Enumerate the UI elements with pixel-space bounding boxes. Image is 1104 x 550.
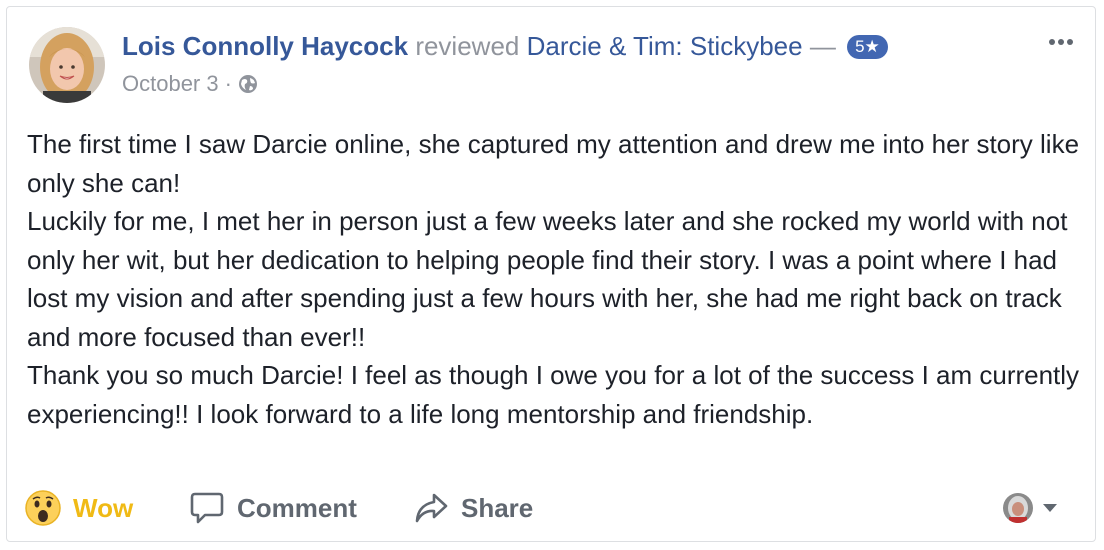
post-meta: October 3 · — [122, 69, 258, 99]
wow-reaction-button[interactable]: Wow — [25, 485, 133, 531]
page-name-link[interactable]: Darcie & Tim: Stickybee — [527, 31, 803, 61]
comment-label: Comment — [237, 492, 357, 523]
author-avatar-image — [29, 27, 105, 103]
more-options-button[interactable] — [1041, 27, 1081, 57]
action-bar: Wow Comment Share — [7, 485, 1095, 531]
rating-badge: 5★ — [847, 35, 888, 59]
caret-down-icon — [1043, 503, 1057, 513]
comment-button[interactable]: Comment — [189, 485, 357, 531]
share-arrow-icon — [413, 491, 449, 525]
viewer-avatar — [1003, 493, 1033, 523]
share-label: Share — [461, 492, 534, 523]
post-header: Lois Connolly Haycock reviewed Darcie & … — [122, 29, 888, 63]
more-dots-icon — [1049, 39, 1073, 45]
share-button[interactable]: Share — [413, 485, 533, 531]
review-paragraph: Thank you so much Darcie! I feel as thou… — [27, 360, 1080, 429]
meta-separator: · — [224, 71, 232, 96]
wow-label: Wow — [73, 492, 134, 523]
review-text: The first time I saw Darcie online, she … — [27, 125, 1089, 433]
globe-icon[interactable] — [238, 74, 258, 94]
action-verb: reviewed — [415, 31, 520, 61]
review-paragraph: The first time I saw Darcie online, she … — [27, 129, 1080, 198]
author-name-link[interactable]: Lois Connolly Haycock — [122, 31, 408, 61]
review-paragraph: Luckily for me, I met her in person just… — [27, 206, 1068, 352]
post-as-selector[interactable] — [1003, 493, 1057, 523]
wow-emoji-icon — [25, 490, 61, 526]
review-post-card: Lois Connolly Haycock reviewed Darcie & … — [6, 6, 1096, 542]
post-date-link[interactable]: October 3 — [122, 69, 219, 99]
comment-bubble-icon — [189, 491, 225, 525]
header-dash: — — [809, 31, 836, 61]
author-avatar[interactable] — [29, 27, 105, 103]
